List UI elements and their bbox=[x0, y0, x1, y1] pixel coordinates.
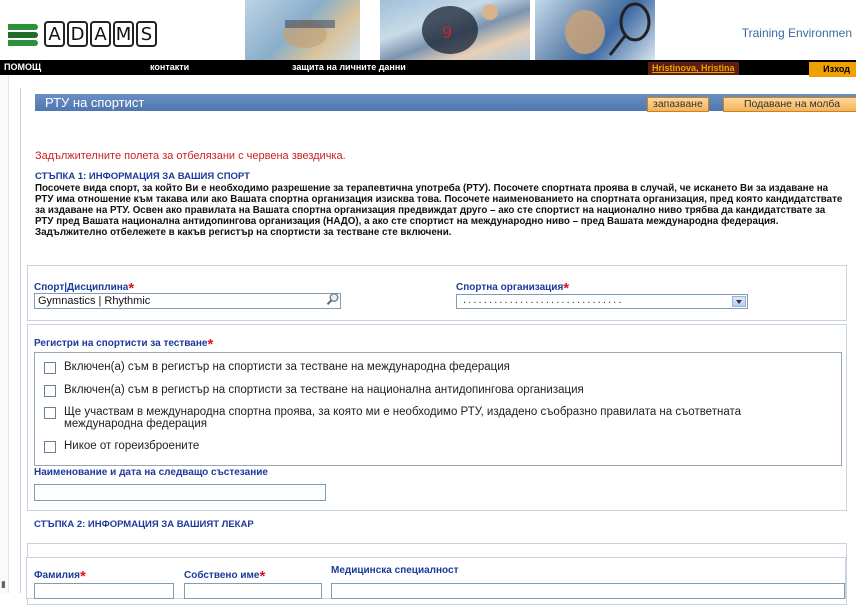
surname-label-text: Фамилия bbox=[34, 570, 80, 581]
environment-label: Training Environmen bbox=[741, 26, 852, 40]
doctor-firstname-input[interactable] bbox=[184, 583, 322, 599]
logo-letter: D bbox=[67, 21, 88, 47]
doctor-specialty-input[interactable] bbox=[331, 583, 845, 599]
registers-label: Регистри на спортисти за тестване* bbox=[34, 333, 214, 353]
sport-organization-select[interactable]: ............................... bbox=[456, 294, 748, 309]
svg-text:9: 9 bbox=[442, 23, 452, 42]
register-option-label: Никое от гореизброените bbox=[64, 440, 200, 452]
search-icon[interactable] bbox=[326, 292, 340, 306]
top-nav-bar: ПОМОЩ контакти защита на личните данни H… bbox=[0, 60, 856, 77]
checkbox[interactable] bbox=[44, 441, 56, 453]
specialty-label: Медицинска специалност bbox=[331, 565, 459, 576]
header-banner: A D A M S 9 Training Environmen bbox=[0, 0, 856, 60]
form-title-bar: РТУ на спортист запазване Подаване на мо… bbox=[35, 94, 856, 112]
chevron-down-icon[interactable] bbox=[732, 296, 746, 307]
user-name-link[interactable]: Hristinova, Hristina bbox=[648, 62, 739, 75]
registers-label-text: Регистри на спортисти за тестване bbox=[34, 338, 208, 349]
sport-label: Спорт|Дисциплина* bbox=[34, 277, 134, 297]
register-option-label: Включен(а) съм в регистър на спортисти з… bbox=[64, 361, 510, 373]
next-competition-input[interactable] bbox=[34, 484, 326, 501]
sport-discipline-input[interactable]: Gymnastics | Rhythmic bbox=[34, 293, 341, 309]
organization-selected-value: ............................... bbox=[463, 295, 624, 306]
gutter-marker-icon: ▮ bbox=[1, 580, 6, 590]
next-competition-label: Наименование и дата на следващо състезан… bbox=[34, 467, 268, 478]
checkbox[interactable] bbox=[44, 407, 56, 419]
required-fields-note: Задължителните полета за отбелязани с че… bbox=[35, 150, 346, 162]
logo-letter: S bbox=[136, 21, 157, 47]
logout-button[interactable]: Изход bbox=[809, 62, 856, 77]
banner-photo-tennis bbox=[535, 0, 655, 60]
adams-logo: A D A M S bbox=[8, 21, 159, 47]
submit-application-button[interactable]: Подаване на молба bbox=[723, 97, 856, 112]
logo-letter: M bbox=[113, 21, 134, 47]
logo-mark-icon bbox=[8, 22, 38, 46]
step2-title: СТЪПКА 2: ИНФОРМАЦИЯ ЗА ВАШИЯТ ЛЕКАР bbox=[34, 519, 254, 530]
organization-label: Спортна организация* bbox=[456, 277, 569, 297]
page-title: РТУ на спортист bbox=[45, 95, 145, 110]
step1-title: СТЪПКА 1: ИНФОРМАЦИЯ ЗА ВАШИЯ СПОРТ bbox=[35, 171, 250, 182]
help-link[interactable]: ПОМОЩ bbox=[4, 62, 41, 72]
surname-label: Фамилия* bbox=[34, 565, 86, 585]
firstname-label: Собствено име* bbox=[184, 565, 265, 585]
save-button[interactable]: запазване bbox=[647, 97, 709, 112]
doctor-surname-input[interactable] bbox=[34, 583, 174, 599]
checkbox[interactable] bbox=[44, 385, 56, 397]
contacts-link[interactable]: контакти bbox=[150, 62, 189, 72]
privacy-link[interactable]: защита на личните данни bbox=[292, 62, 406, 72]
step1-instructions: Посочете вида спорт, за който Ви е необх… bbox=[35, 183, 843, 238]
firstname-label-text: Собствено име bbox=[184, 570, 260, 581]
register-option-label: Включен(а) съм в регистър на спортисти з… bbox=[64, 384, 584, 396]
logo-letter: A bbox=[90, 21, 111, 47]
banner-photo-cyclist bbox=[245, 0, 360, 60]
organization-label-text: Спортна организация bbox=[456, 282, 564, 293]
register-option-label: Ще участвам в международна спортна прояв… bbox=[64, 406, 741, 430]
checkbox[interactable] bbox=[44, 362, 56, 374]
left-gutter bbox=[0, 75, 9, 593]
logo-letter: A bbox=[44, 21, 65, 47]
sport-label-text: Спорт|Дисциплина bbox=[34, 282, 129, 293]
required-star: * bbox=[207, 336, 214, 353]
banner-photo-athlete: 9 bbox=[380, 0, 530, 60]
